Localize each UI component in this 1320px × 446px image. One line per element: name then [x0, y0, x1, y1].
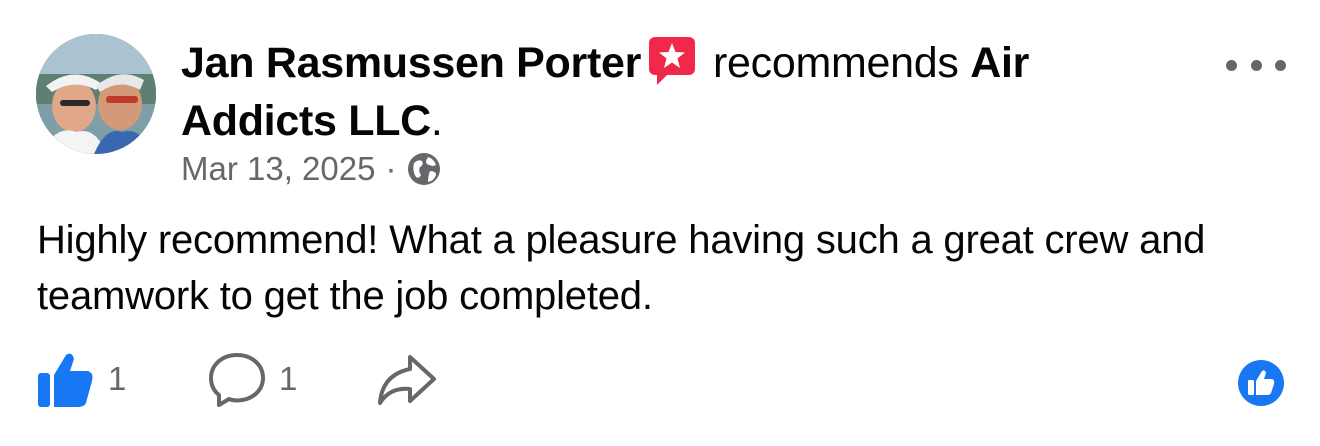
comment-button[interactable]: 1: [207, 344, 297, 414]
avatar-photo: [36, 34, 156, 154]
recommends-text: recommends: [713, 39, 959, 87]
like-button[interactable]: 1: [36, 344, 126, 414]
meta-separator: ·: [385, 150, 397, 187]
comment-count: 1: [279, 360, 298, 397]
post-header: Jan Rasmussen Porter recommends Air Addi…: [181, 34, 1161, 150]
more-options-button[interactable]: [1226, 50, 1286, 80]
comment-bubble-icon: [209, 353, 265, 407]
recommendation-star-icon: [647, 35, 697, 87]
more-options-icon: [1226, 59, 1237, 71]
recommendation-post: Jan Rasmussen Porter recommends Air Addi…: [0, 0, 1320, 446]
like-count: 1: [108, 360, 127, 397]
avatar[interactable]: [36, 34, 156, 154]
page-suffix: .: [430, 97, 443, 145]
author-name[interactable]: Jan Rasmussen Porter: [181, 39, 641, 87]
thumbs-up-icon: [38, 353, 93, 407]
globe-icon[interactable]: [406, 151, 442, 187]
more-options-icon-dot: [1250, 59, 1262, 71]
share-button[interactable]: [376, 344, 438, 414]
like-reaction-icon[interactable]: [1237, 359, 1285, 407]
more-options-icon-dot: [1275, 59, 1286, 71]
post-date[interactable]: Mar 13, 2025: [181, 146, 375, 192]
post-body: Highly recommend! What a pleasure having…: [37, 218, 1206, 318]
share-arrow-icon: [378, 355, 436, 405]
post-meta: Mar 13, 2025 ·: [181, 146, 442, 192]
